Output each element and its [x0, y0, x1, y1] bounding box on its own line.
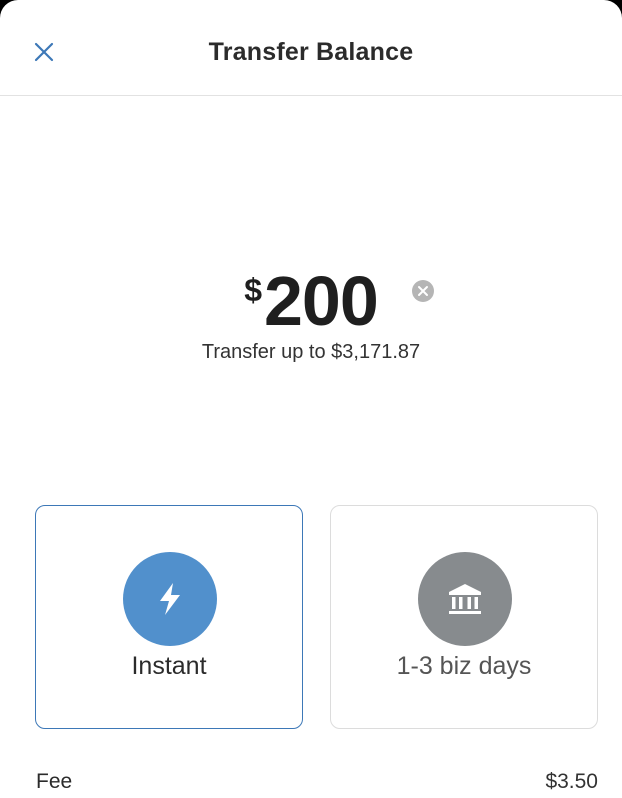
instant-option-label: Instant	[131, 652, 207, 680]
standard-transfer-option[interactable]: 1-3 biz days	[330, 505, 598, 729]
bank-icon	[449, 584, 481, 614]
fee-row: Fee $3.50	[36, 770, 598, 794]
page-title: Transfer Balance	[208, 38, 414, 66]
clear-amount-button[interactable]	[411, 279, 435, 303]
clear-icon	[412, 280, 434, 302]
amount-value-group: $ 200	[244, 262, 379, 340]
instant-transfer-option[interactable]: Instant	[35, 505, 303, 729]
lightning-bolt-icon	[160, 583, 180, 615]
instant-icon-circle	[123, 552, 217, 646]
standard-icon-circle	[418, 552, 512, 646]
currency-symbol: $	[244, 272, 262, 308]
fee-value: $3.50	[545, 770, 598, 793]
standard-option-label: 1-3 biz days	[396, 652, 532, 680]
transfer-limit-text: Transfer up to $3,171.87	[201, 341, 421, 363]
header: Transfer Balance	[0, 0, 622, 96]
fee-label: Fee	[36, 770, 73, 793]
amount-value: 200	[264, 262, 379, 340]
transfer-balance-screen: Transfer Balance $ 200 Transfer up to $3…	[0, 0, 622, 798]
amount-display: $ 200	[0, 262, 622, 340]
